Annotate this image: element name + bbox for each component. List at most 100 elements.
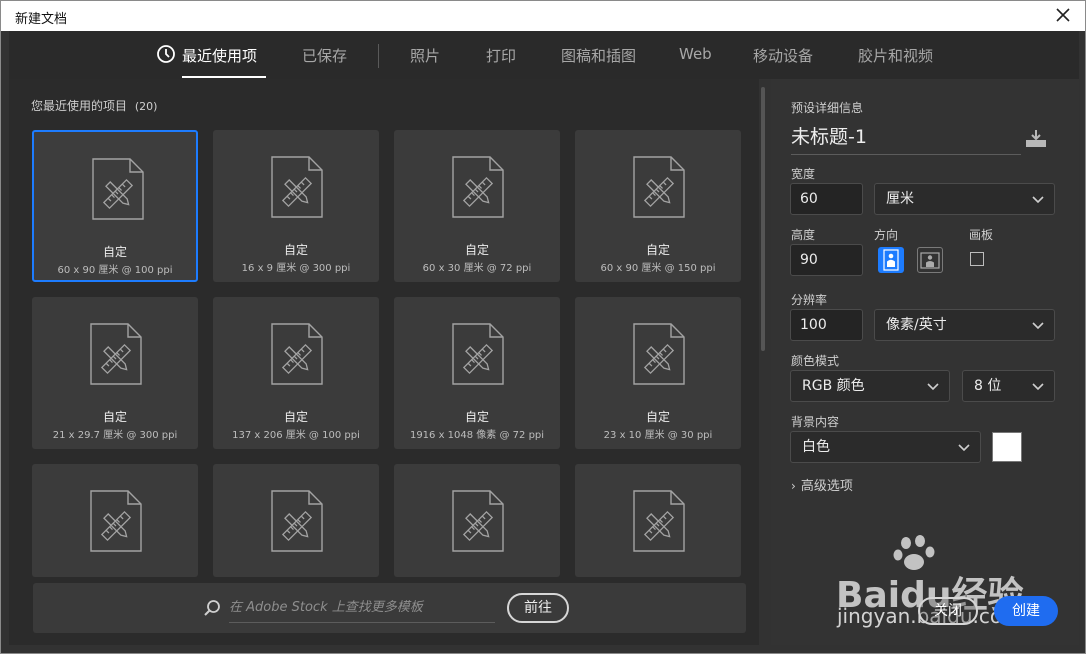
bit-depth-select[interactable]: 8 位: [962, 370, 1055, 402]
background-color-swatch[interactable]: [992, 432, 1022, 462]
chevron-down-icon: [958, 444, 970, 452]
tab-mobile[interactable]: 移动设备: [753, 45, 813, 66]
document-icon: [633, 490, 685, 552]
recent-document-card[interactable]: 自定 1916 x 1048 像素 @ 72 ppi: [394, 297, 560, 449]
recent-document-card[interactable]: [575, 464, 741, 577]
window-title: 新建文档: [15, 12, 68, 27]
tab-art-illustration[interactable]: 图稿和插图: [561, 45, 636, 66]
width-input[interactable]: 60: [790, 183, 863, 215]
recent-document-card[interactable]: [213, 464, 379, 577]
card-title: 自定: [283, 410, 308, 424]
tab-saved[interactable]: 已保存: [302, 45, 347, 66]
landscape-orientation-button[interactable]: [917, 247, 943, 273]
card-spec: 60 x 90 厘米 @ 100 ppi: [57, 265, 173, 276]
active-tab-indicator: [182, 76, 266, 78]
document-icon: [90, 323, 142, 385]
stock-go-button[interactable]: 前往: [507, 593, 569, 623]
width-label: 宽度: [791, 167, 816, 181]
close-button[interactable]: 关闭: [918, 597, 978, 625]
artboard-checkbox[interactable]: [970, 252, 984, 266]
recent-document-card[interactable]: 自定 16 x 9 厘米 @ 300 ppi: [213, 130, 379, 282]
chevron-down-icon: [1032, 196, 1044, 204]
card-spec: 21 x 29.7 厘米 @ 300 ppi: [52, 430, 178, 441]
recent-document-card[interactable]: [32, 464, 198, 577]
width-unit-select[interactable]: 厘米: [874, 183, 1055, 215]
tab-print[interactable]: 打印: [486, 45, 516, 66]
recent-heading: 您最近使用的项目 (20): [31, 97, 157, 114]
card-spec: 60 x 30 厘米 @ 72 ppi: [422, 263, 532, 274]
background-label: 背景内容: [791, 415, 840, 429]
chevron-down-icon: [1032, 383, 1044, 391]
advanced-options-label: 高级选项: [800, 479, 853, 494]
tab-film-video[interactable]: 胶片和视频: [858, 45, 933, 66]
card-spec: 16 x 9 厘米 @ 300 ppi: [241, 263, 351, 274]
recent-document-card[interactable]: 自定 60 x 90 厘米 @ 150 ppi: [575, 130, 741, 282]
recent-document-card[interactable]: 自定 21 x 29.7 厘米 @ 300 ppi: [32, 297, 198, 449]
recent-panel: 您最近使用的项目 (20) 自定 60 x 90 厘米 @ 100 ppi 自定 16…: [9, 79, 759, 645]
card-spec: 1916 x 1048 像素 @ 72 ppi: [409, 430, 545, 441]
document-icon: [452, 323, 504, 385]
document-icon: [92, 158, 144, 220]
document-name-input[interactable]: 未标题-1: [791, 125, 1021, 155]
document-icon: [452, 156, 504, 218]
document-icon: [271, 490, 323, 552]
color-mode-select[interactable]: RGB 颜色: [790, 370, 950, 402]
recent-document-card[interactable]: 自定 60 x 30 厘米 @ 72 ppi: [394, 130, 560, 282]
clock-icon: [157, 45, 175, 63]
artboard-label: 画板: [969, 228, 994, 242]
document-icon: [271, 156, 323, 218]
bit-depth-value: 8 位: [974, 378, 1002, 394]
recent-document-card[interactable]: 自定 23 x 10 厘米 @ 30 ppi: [575, 297, 741, 449]
resolution-unit-value: 像素/英寸: [886, 317, 947, 333]
chevron-down-icon: [927, 383, 939, 391]
recent-document-card[interactable]: 自定 137 x 206 厘米 @ 100 ppi: [213, 297, 379, 449]
card-title: 自定: [464, 410, 489, 424]
resolution-unit-select[interactable]: 像素/英寸: [874, 309, 1055, 341]
card-spec: 60 x 90 厘米 @ 150 ppi: [600, 263, 716, 274]
tab-photo[interactable]: 照片: [410, 45, 440, 66]
document-icon: [90, 490, 142, 552]
recent-document-card[interactable]: [394, 464, 560, 577]
tab-divider: [378, 44, 379, 68]
stock-search-input[interactable]: 在 Adobe Stock 上查找更多模板: [229, 593, 495, 623]
card-title: 自定: [102, 410, 127, 424]
card-spec: 23 x 10 厘米 @ 30 ppi: [603, 430, 713, 441]
advanced-options-toggle[interactable]: › 高级选项: [791, 475, 853, 494]
document-icon: [633, 323, 685, 385]
resolution-label: 分辨率: [791, 293, 828, 307]
tab-recent[interactable]: 最近使用项: [182, 45, 257, 66]
background-select[interactable]: 白色: [790, 431, 981, 463]
preset-section-label: 预设详细信息: [791, 101, 864, 115]
portrait-icon: [883, 249, 899, 271]
width-unit-value: 厘米: [886, 191, 914, 207]
card-title: 自定: [102, 245, 127, 259]
height-input[interactable]: 90: [790, 244, 863, 276]
chevron-right-icon: ›: [791, 479, 796, 493]
landscape-icon: [920, 252, 940, 269]
save-preset-icon[interactable]: [1025, 128, 1047, 148]
card-title: 自定: [283, 243, 308, 257]
card-title: 自定: [645, 243, 670, 257]
orientation-label: 方向: [874, 228, 899, 242]
document-icon: [633, 156, 685, 218]
document-icon: [271, 323, 323, 385]
search-icon: [204, 600, 220, 616]
recent-label: 您最近使用的项目: [31, 99, 128, 113]
color-mode-value: RGB 颜色: [802, 378, 865, 394]
create-button[interactable]: 创建: [994, 596, 1058, 626]
recent-document-card[interactable]: 自定 60 x 90 厘米 @ 100 ppi: [32, 130, 198, 282]
height-label: 高度: [791, 228, 816, 242]
document-icon: [452, 490, 504, 552]
category-tabs: 最近使用项 已保存 照片 打印 图稿和插图 Web 移动设备 胶片和视频: [9, 31, 1079, 79]
color-mode-label: 颜色模式: [791, 354, 840, 368]
card-spec: 137 x 206 厘米 @ 100 ppi: [232, 430, 360, 441]
title-bar: 新建文档: [1, 1, 1085, 31]
resolution-input[interactable]: 100: [790, 309, 863, 341]
portrait-orientation-button[interactable]: [878, 247, 904, 273]
stock-search-bar: 在 Adobe Stock 上查找更多模板 前往: [33, 583, 746, 633]
close-icon[interactable]: [1053, 5, 1073, 25]
recent-scrollbar[interactable]: [761, 87, 765, 351]
tab-web[interactable]: Web: [679, 45, 712, 63]
chevron-down-icon: [1032, 322, 1044, 330]
recent-count: (20): [134, 100, 158, 113]
